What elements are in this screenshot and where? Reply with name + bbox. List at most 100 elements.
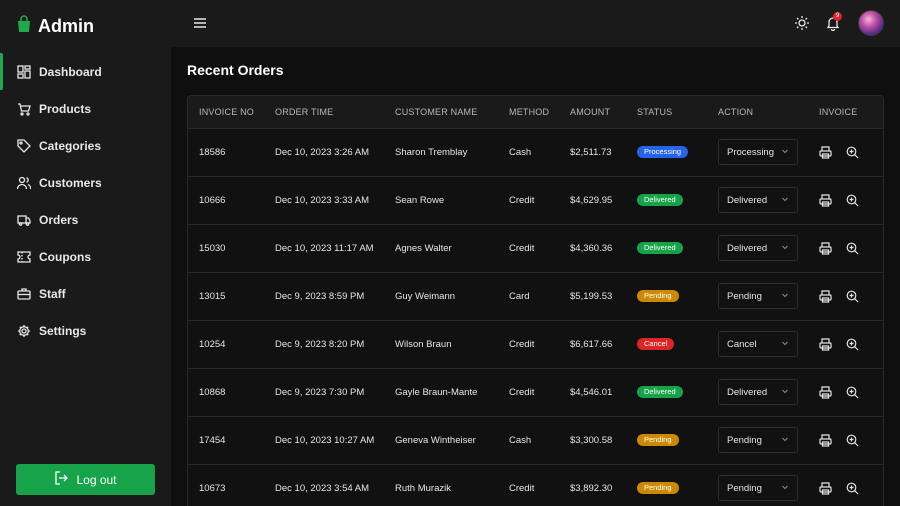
status-select[interactable]: Pending (718, 475, 798, 501)
status-badge: Delivered (637, 242, 683, 254)
table-row: 10666 Dec 10, 2023 3:33 AM Sean Rowe Cre… (188, 176, 883, 224)
sidebar-item-dashboard[interactable]: Dashboard (0, 53, 171, 90)
action-cell: Pending (707, 416, 808, 464)
status-cell: Pending (626, 416, 707, 464)
payment-method: Credit (509, 338, 535, 350)
cart-icon (17, 102, 31, 116)
table-row: 13015 Dec 9, 2023 8:59 PM Guy Weimann Ca… (188, 272, 883, 320)
invoice-actions-cell (808, 368, 883, 416)
zoom-in-icon[interactable] (846, 434, 859, 447)
customer-name: Gayle Braun-Mante (395, 386, 478, 398)
sidebar-item-label: Settings (39, 323, 87, 338)
invoice-number: 17454 (199, 434, 226, 446)
order-time: Dec 10, 2023 10:27 AM (275, 434, 375, 446)
printer-icon[interactable] (819, 193, 832, 207)
status-cell: Pending (626, 272, 707, 320)
zoom-in-icon[interactable] (846, 146, 859, 159)
status-badge: Cancel (637, 338, 675, 350)
invoice-number: 13015 (199, 290, 226, 302)
order-time: Dec 9, 2023 8:59 PM (275, 290, 365, 302)
action-cell: Delivered (707, 368, 808, 416)
status-select[interactable]: Pending (718, 283, 798, 309)
user-avatar[interactable] (858, 10, 884, 36)
sidebar-item-products[interactable]: Products (0, 90, 171, 127)
status-select[interactable]: Cancel (718, 331, 798, 357)
logout-label: Log out (76, 472, 117, 487)
zoom-in-icon[interactable] (846, 290, 859, 303)
status-select-value: Delivered (727, 194, 768, 206)
invoice-number: 15030 (199, 242, 226, 254)
logout-button[interactable]: Log out (16, 464, 155, 495)
truck-icon (17, 213, 31, 227)
theme-toggle-sun-icon[interactable] (794, 15, 810, 31)
status-select[interactable]: Processing (718, 139, 798, 165)
sidebar-item-orders[interactable]: Orders (0, 201, 171, 238)
order-amount: $2,511.73 (570, 146, 612, 158)
chevron-down-icon (781, 243, 789, 254)
sidebar-item-settings[interactable]: Settings (0, 312, 171, 349)
sidebar-item-coupons[interactable]: Coupons (0, 238, 171, 275)
payment-method: Cash (509, 146, 532, 158)
zoom-in-icon[interactable] (846, 386, 859, 399)
invoice-actions-cell (808, 224, 883, 272)
sidebar-item-label: Staff (39, 286, 66, 301)
sidebar-item-label: Categories (39, 138, 102, 153)
printer-icon[interactable] (819, 433, 832, 447)
status-badge: Pending (637, 290, 679, 302)
printer-icon[interactable] (819, 241, 832, 255)
column-header: STATUS (626, 96, 707, 129)
sidebar-item-customers[interactable]: Customers (0, 164, 171, 201)
zoom-in-icon[interactable] (846, 242, 859, 255)
order-amount: $5,199.53 (570, 290, 613, 302)
order-amount: $3,300.58 (570, 434, 613, 446)
invoice-number: 10254 (199, 338, 226, 350)
invoice-actions-cell (808, 272, 883, 320)
invoice-number: 10673 (199, 482, 226, 494)
order-amount: $6,617.66 (570, 338, 613, 350)
invoice-actions-cell (808, 128, 883, 176)
action-cell: Pending (707, 464, 808, 506)
status-select[interactable]: Delivered (718, 379, 798, 405)
printer-icon[interactable] (819, 145, 832, 159)
column-header: CUSTOMER NAME (384, 96, 498, 129)
order-amount: $4,360.36 (570, 242, 613, 254)
action-cell: Delivered (707, 176, 808, 224)
status-select-value: Pending (727, 482, 762, 494)
invoice-actions-cell (808, 320, 883, 368)
printer-icon[interactable] (819, 337, 832, 351)
customer-name: Wilson Braun (395, 338, 452, 350)
customer-name: Geneva Wintheiser (395, 434, 476, 446)
customer-name: Guy Weimann (395, 290, 456, 302)
status-badge: Pending (637, 482, 679, 494)
zoom-in-icon[interactable] (846, 338, 859, 351)
table-row: 10868 Dec 9, 2023 7:30 PM Gayle Braun-Ma… (188, 368, 883, 416)
customer-name: Sharon Tremblay (395, 146, 468, 158)
top-header: 9 (171, 0, 900, 47)
printer-icon[interactable] (819, 289, 832, 303)
sidebar-item-staff[interactable]: Staff (0, 275, 171, 312)
printer-icon[interactable] (819, 481, 832, 495)
notifications-bell-icon[interactable]: 9 (825, 12, 842, 32)
status-select-value: Pending (727, 434, 762, 446)
brand[interactable]: Admin (16, 14, 94, 38)
order-amount: $3,892.30 (570, 482, 613, 494)
status-select[interactable]: Delivered (718, 235, 798, 261)
order-amount: $4,629.95 (570, 194, 613, 206)
sidebar-item-label: Orders (39, 212, 79, 227)
status-cell: Cancel (626, 320, 707, 368)
order-amount: $4,546.01 (570, 386, 613, 398)
chevron-down-icon (781, 435, 789, 446)
status-select[interactable]: Pending (718, 427, 798, 453)
hamburger-menu-icon[interactable] (193, 16, 207, 30)
invoice-actions-cell (808, 464, 883, 506)
grid-icon (17, 64, 31, 79)
status-select[interactable]: Delivered (718, 187, 798, 213)
zoom-in-icon[interactable] (846, 194, 859, 207)
zoom-in-icon[interactable] (846, 482, 859, 495)
shopping-bag-icon (16, 14, 32, 38)
order-time: Dec 10, 2023 3:54 AM (275, 482, 370, 494)
status-badge: Processing (637, 146, 689, 158)
printer-icon[interactable] (819, 385, 832, 399)
sidebar-item-categories[interactable]: Categories (0, 127, 171, 164)
invoice-actions-cell (808, 176, 883, 224)
